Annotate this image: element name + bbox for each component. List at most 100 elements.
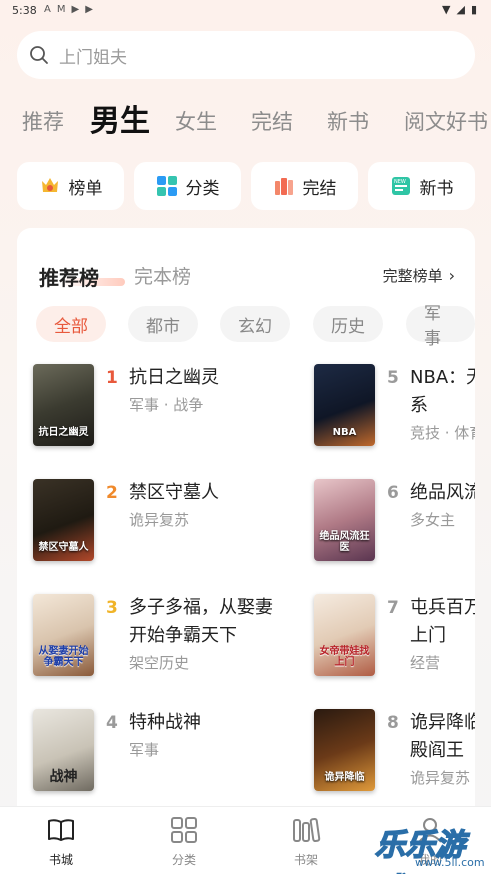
cover-title: 绝品风流狂医 <box>319 531 370 553</box>
category-grid-icon <box>171 817 197 843</box>
book-title: 绝品风流狂医 <box>410 482 475 503</box>
search-icon <box>30 46 48 64</box>
book-rank-number: 3 <box>106 598 118 618</box>
filter-history[interactable]: 历史 <box>313 306 383 342</box>
tab-recommend[interactable]: 推荐 <box>22 106 64 136</box>
new-book-icon: NEW <box>391 177 410 195</box>
books-icon <box>274 178 293 195</box>
status-time: 5:38 <box>12 4 37 17</box>
ranking-shortcut-button[interactable]: 榜单 <box>17 162 124 210</box>
svg-text:NEW: NEW <box>394 179 406 185</box>
book-item[interactable]: 诡异降临 8 诡异降临，我是十殿阎王 诡异复苏 <box>314 709 475 799</box>
book-cover: 诡异降临 <box>314 709 375 791</box>
book-tags: 军事 · 战争 <box>129 396 204 414</box>
open-book-icon <box>48 819 74 841</box>
cover-title: 战神 <box>49 769 78 785</box>
bookshelf-icon <box>293 817 321 843</box>
book-tags: 军事 <box>129 741 160 759</box>
filter-all[interactable]: 全部 <box>36 306 106 342</box>
filter-fantasy[interactable]: 玄幻 <box>220 306 290 342</box>
book-cover: 禁区守墓人 <box>33 479 94 561</box>
grid-icon <box>156 176 177 196</box>
signal-icon: ◢ <box>456 3 465 16</box>
book-rank-number: 7 <box>387 598 399 618</box>
tab-female[interactable]: 女生 <box>175 106 217 136</box>
search-bar[interactable]: 上门姐夫 <box>17 31 475 79</box>
book-cover: 女帝带娃找上门 <box>314 594 375 676</box>
full-ranking-label: 完整榜单 <box>382 267 443 285</box>
book-tags: 架空历史 <box>129 654 190 672</box>
book-tags: 诡异复苏 <box>129 511 190 529</box>
category-shortcut-label: 分类 <box>185 178 220 199</box>
cover-title: NBA <box>332 427 357 438</box>
book-cover: 从娶妻开始争霸天下 <box>33 594 94 676</box>
cover-title: 诡异降临 <box>324 772 365 783</box>
book-rank-number: 5 <box>387 368 399 388</box>
book-item[interactable]: 女帝带娃找上门 7 屯兵百万，带娃找上门 经营 <box>314 594 475 684</box>
book-item[interactable]: 战神 4 特种战神 军事 <box>33 709 293 799</box>
completed-shortcut-label: 完结 <box>302 178 337 199</box>
book-rank-number: 2 <box>106 483 118 503</box>
tab-new-books[interactable]: 新书 <box>327 106 369 136</box>
book-rank-number: 4 <box>106 713 118 733</box>
status-bar: 5:38 A M ▶ ▶ ▼ ◢ ▮ <box>0 0 491 24</box>
nav-bookstore[interactable]: 书城 <box>21 815 101 868</box>
channel-tabs: 推荐 男生 女生 完结 新书 阅文好书 <box>0 96 491 144</box>
tab-completed[interactable]: 完结 <box>251 106 293 136</box>
new-books-shortcut-button[interactable]: NEW 新书 <box>368 162 475 210</box>
tab-good-books[interactable]: 阅文好书 <box>404 106 488 136</box>
book-title: 诡异降临，我是十殿阎王 <box>410 712 475 761</box>
book-item[interactable]: 抗日之幽灵 1 抗日之幽灵 军事 · 战争 <box>33 364 293 454</box>
tab-recommend-rank[interactable]: 推荐榜 <box>39 262 99 291</box>
book-tags: 经营 <box>410 654 441 672</box>
book-cover: 战神 <box>33 709 94 791</box>
category-shortcut-button[interactable]: 分类 <box>134 162 241 210</box>
book-item[interactable]: 绝品风流狂医 6 绝品风流狂医 多女主 <box>314 479 475 569</box>
cover-title: 抗日之幽灵 <box>38 427 89 438</box>
book-item[interactable]: NBA 5 NBA：无敌三分体系 竞技 · 体育 <box>314 364 475 454</box>
chevron-right-icon: › <box>448 266 455 285</box>
nav-category-label: 分类 <box>171 853 196 867</box>
search-placeholder: 上门姐夫 <box>59 47 127 68</box>
book-title: NBA：无敌三分体系 <box>410 367 475 416</box>
book-title: 屯兵百万，带娃找上门 <box>410 597 475 646</box>
cover-title: 从娶妻开始争霸天下 <box>38 646 89 668</box>
play-notification-icon: ▶ <box>71 4 80 15</box>
book-tags: 诡异复苏 <box>410 769 471 787</box>
full-ranking-link[interactable]: 完整榜单 › <box>383 265 455 286</box>
book-cover: 抗日之幽灵 <box>33 364 94 446</box>
mail-notification-icon: M <box>56 4 66 15</box>
notification-icons: A M ▶ ▶ <box>44 4 93 15</box>
nav-category[interactable]: 分类 <box>144 815 224 868</box>
book-rank-number: 6 <box>387 483 399 503</box>
book-item[interactable]: 禁区守墓人 2 禁区守墓人 诡异复苏 <box>33 479 293 569</box>
crown-badge-icon <box>41 178 58 192</box>
watermark: 乐乐游戏 www.5ll.com <box>374 820 485 874</box>
tab-completed-rank[interactable]: 完本榜 <box>134 262 191 289</box>
book-tags: 多女主 <box>410 511 456 529</box>
filter-urban[interactable]: 都市 <box>128 306 198 342</box>
book-rank-number: 8 <box>387 713 399 733</box>
nav-bookshelf-label: 书架 <box>293 853 318 867</box>
app-notification-icon: A <box>44 4 51 15</box>
new-books-shortcut-label: 新书 <box>419 178 454 199</box>
wifi-icon: ▼ <box>442 3 451 16</box>
book-title: 特种战神 <box>129 712 201 733</box>
play-notification-icon: ▶ <box>85 4 93 15</box>
battery-icon: ▮ <box>470 3 477 16</box>
nav-bookstore-label: 书城 <box>48 853 73 867</box>
nav-bookshelf[interactable]: 书架 <box>266 815 346 868</box>
book-title: 禁区守墓人 <box>129 482 219 503</box>
watermark-url: www.5ll.com <box>415 856 485 869</box>
book-item[interactable]: 从娶妻开始争霸天下 3 多子多福，从娶妻开始争霸天下 架空历史 <box>33 594 293 684</box>
tab-male[interactable]: 男生 <box>90 96 150 140</box>
cover-title: 女帝带娃找上门 <box>319 646 370 668</box>
book-title: 多子多福，从娶妻开始争霸天下 <box>129 597 273 646</box>
filter-military[interactable]: 军事 <box>406 304 475 349</box>
ranking-shortcut-label: 榜单 <box>68 178 103 199</box>
completed-shortcut-button[interactable]: 完结 <box>251 162 358 210</box>
book-title: 抗日之幽灵 <box>129 367 219 388</box>
book-rank-number: 1 <box>106 368 118 388</box>
ranking-card: 推荐榜 完本榜 完整榜单 › 全部 都市 玄幻 历史 军事 抗日之幽灵 1 抗日… <box>17 228 475 828</box>
book-tags: 竞技 · 体育 <box>410 424 475 442</box>
